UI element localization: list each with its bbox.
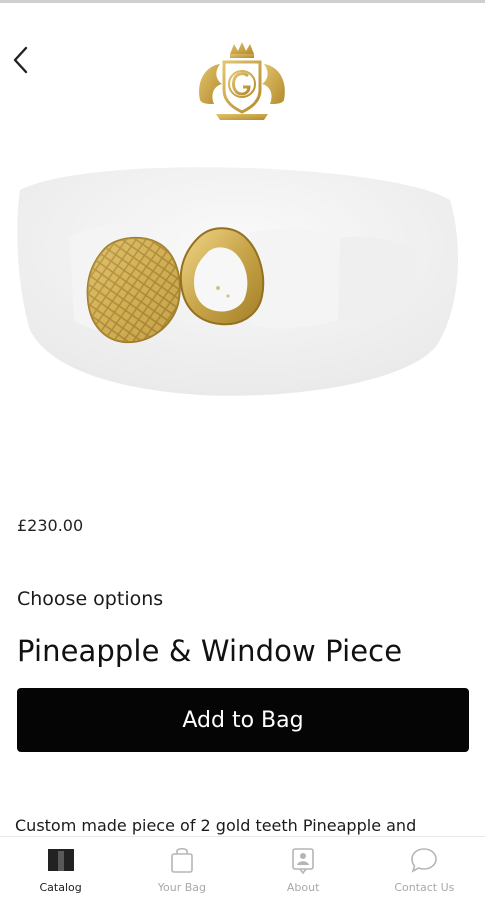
about-icon <box>288 845 318 875</box>
options-label: Choose options <box>17 588 164 610</box>
product-title: Pineapple & Window Piece <box>17 634 403 668</box>
bottom-nav: Catalog Your Bag About Contact Us <box>0 836 485 901</box>
add-to-bag-label: Add to Bag <box>182 707 304 733</box>
chat-icon <box>409 845 439 875</box>
nav-label-bag: Your Bag <box>157 881 206 894</box>
bag-icon <box>167 845 197 875</box>
nav-label-catalog: Catalog <box>39 881 82 894</box>
nav-label-contact: Contact Us <box>394 881 455 894</box>
product-image <box>0 120 485 480</box>
product-description: Custom made piece of 2 gold teeth Pineap… <box>15 816 417 835</box>
catalog-icon <box>46 845 76 875</box>
nav-item-about[interactable]: About <box>243 837 364 901</box>
chevron-left-icon <box>13 46 28 74</box>
back-button[interactable] <box>6 42 36 78</box>
nav-item-catalog[interactable]: Catalog <box>0 837 121 901</box>
add-to-bag-button[interactable]: Add to Bag <box>17 688 469 752</box>
nav-label-about: About <box>286 881 320 894</box>
nav-item-bag[interactable]: Your Bag <box>121 837 242 901</box>
product-price: £230.00 <box>17 516 84 535</box>
status-divider <box>0 0 485 3</box>
brand-logo <box>199 42 285 120</box>
nav-item-contact[interactable]: Contact Us <box>364 837 485 901</box>
